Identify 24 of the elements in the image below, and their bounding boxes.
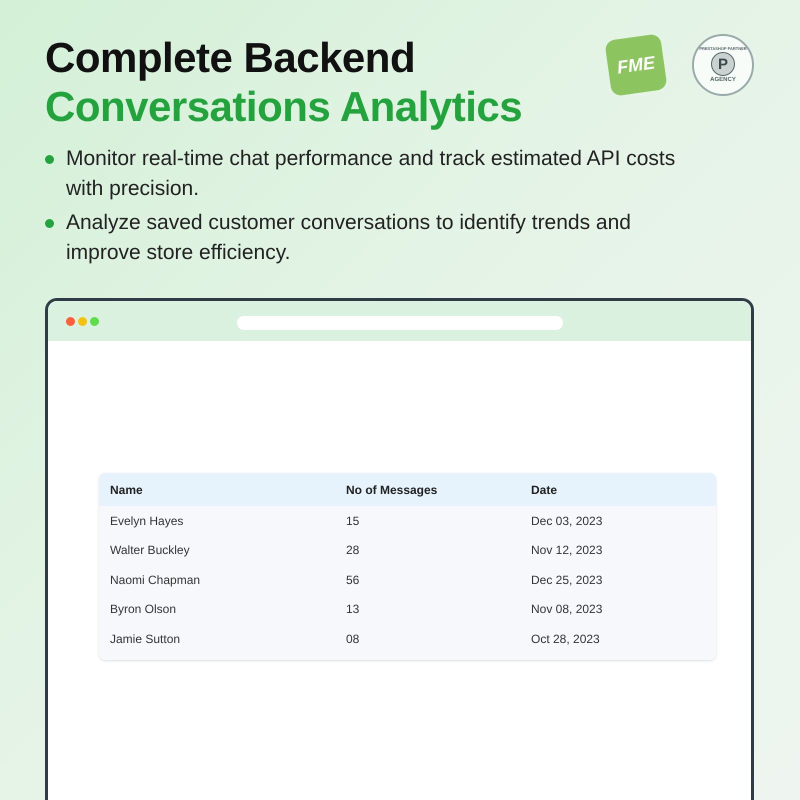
table-cell-text: Nov 12, 2023: [531, 542, 604, 560]
address-bar[interactable]: [237, 316, 563, 330]
cube-logo: FME: [604, 33, 668, 97]
table-cell-text: Nov 08, 2023: [531, 601, 604, 618]
table-cell-text: 15: [346, 512, 360, 530]
table-cell-text: Oct 28, 2023: [531, 630, 601, 648]
table-cell-text: Byron Olson: [110, 601, 178, 618]
table-cell-text: Evelyn Hayes: [110, 512, 184, 530]
table-cell-text: 13: [346, 601, 360, 618]
table-cell-text: 08: [346, 630, 360, 648]
table-cell-text: 56: [346, 572, 360, 589]
table-cell-text: 28: [346, 542, 360, 560]
heading: Complete Backend: [45, 34, 416, 82]
bullet-text: Analyze saved customer conversations to identify trends and improve store efficiency.: [66, 210, 632, 266]
column-header: No of Messages: [346, 482, 438, 498]
column-header: Date: [531, 482, 558, 498]
table-cell-text: Walter Buckley: [110, 542, 191, 560]
table-cell-text: Dec 25, 2023: [531, 572, 604, 589]
table-cell-text: Naomi Chapman: [110, 572, 202, 589]
bullet-text: Monitor real-time chat performance and track estimated API costs with precision.: [66, 146, 676, 202]
heading-highlight: Conversations Analytics: [45, 82, 524, 132]
table-cell-text: Dec 03, 2023: [531, 512, 604, 530]
table-cell-text: Jamie Sutton: [110, 630, 182, 648]
column-header: Name: [110, 482, 144, 498]
